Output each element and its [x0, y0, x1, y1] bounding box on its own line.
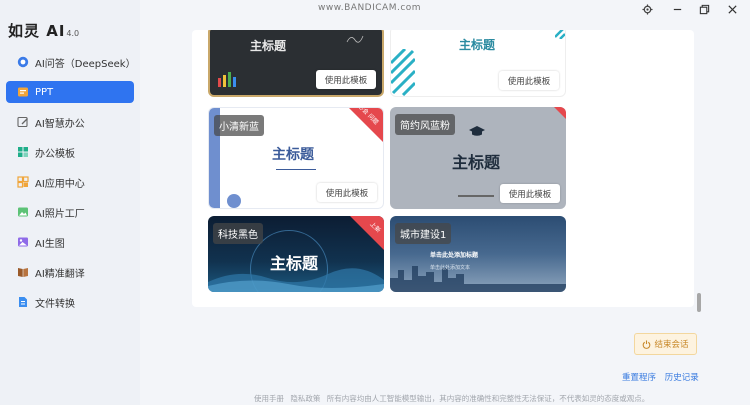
photo-factory-icon — [17, 206, 29, 218]
sidebar-item-ppt[interactable]: PPT — [6, 81, 134, 103]
template-subtitle: 单击此处添加文本 — [430, 265, 471, 271]
template-gallery: 主标题 使用此模板 主标题 使用此模板 必会 问题 小清新蓝 主标题 使用此模板… — [192, 30, 694, 307]
sidebar-item-office-templates[interactable]: 办公模板 — [6, 141, 134, 163]
end-session-label: 结束会话 — [654, 340, 689, 350]
sidebar-item-ai-office[interactable]: AI智慧办公 — [6, 111, 134, 133]
sidebar-item-file-convert[interactable]: 文件转换 — [6, 291, 134, 313]
sidebar-item-label: 办公模板 — [35, 148, 75, 160]
stripe-decor-icon — [391, 49, 415, 96]
template-label: 科技黑色 — [213, 223, 263, 244]
user-manual-link[interactable]: 使用手册 — [254, 394, 284, 403]
template-title: 主标题 — [270, 254, 319, 273]
template-title: 主标题 — [250, 39, 287, 53]
corner-badge — [350, 216, 384, 250]
use-template-button[interactable]: 使用此模板 — [317, 183, 377, 202]
file-icon — [17, 296, 29, 308]
close-icon[interactable] — [725, 3, 739, 15]
sidebar-item-label: AI智慧办公 — [35, 118, 85, 130]
template-card-fresh-blue[interactable]: 必会 问题 小清新蓝 主标题 使用此模板 — [208, 107, 384, 209]
apps-icon — [17, 176, 29, 188]
sidebar-item-label: AI应用中心 — [35, 178, 85, 190]
use-template-button[interactable]: 使用此模板 — [316, 70, 376, 89]
use-template-button[interactable]: 使用此模板 — [500, 184, 560, 203]
template-card-city-construction[interactable]: 城市建设1 单击此处添加标题 单击此处添加文本 — [390, 216, 566, 292]
sidebar-item-ai-app-center[interactable]: AI应用中心 — [6, 171, 134, 193]
sidebar-item-label: AI问答（DeepSeek） — [35, 58, 136, 70]
edit-icon — [17, 116, 29, 128]
minimize-icon[interactable] — [670, 3, 684, 15]
template-title: 单击此处添加标题 — [430, 252, 479, 259]
graduation-cap-icon — [469, 126, 485, 136]
app-brand: 如灵 AI 4.0 — [8, 20, 79, 41]
settings-gear-icon[interactable] — [640, 3, 654, 15]
sidebar-nav: AI问答（DeepSeek） PPT AI智慧办公 办公模板 AI应用中心 AI… — [6, 51, 136, 321]
sidebar-item-label: PPT — [35, 86, 54, 98]
template-card-simple-blue-pink[interactable]: 简约风蓝粉 主标题 使用此模板 — [390, 107, 566, 209]
power-icon — [643, 339, 651, 349]
disclaimer-text: 所有内容均由人工智能模型输出，其内容的准确性和完整性无法保证，不代表如灵的态度或… — [326, 394, 650, 403]
ppt-icon — [17, 86, 29, 98]
privacy-policy-link[interactable]: 隐私政策 — [290, 394, 320, 403]
template-title: 主标题 — [459, 38, 496, 52]
circle-decor — [227, 194, 241, 208]
gallery-scrollbar[interactable] — [697, 293, 701, 312]
template-title: 主标题 — [452, 153, 501, 172]
sidebar-item-label: AI照片工厂 — [35, 208, 85, 220]
template-card-teal-stripes[interactable]: 主标题 使用此模板 — [390, 30, 566, 97]
template-label: 简约风蓝粉 — [395, 114, 455, 135]
chart-bar-decor — [223, 75, 226, 87]
sidebar-item-ai-image[interactable]: AI生图 — [6, 231, 134, 253]
use-template-button[interactable]: 使用此模板 — [499, 71, 559, 90]
bottom-links: 重置程序 历史记录 — [622, 371, 705, 383]
sidebar: 如灵 AI 4.0 AI问答（DeepSeek） PPT AI智慧办公 办公模板… — [0, 0, 140, 405]
sidebar-item-label: AI精准翻译 — [35, 268, 85, 280]
city-skyline-icon — [390, 266, 566, 292]
app-name: 如灵 AI — [8, 22, 66, 40]
restart-program-link[interactable]: 重置程序 — [622, 373, 656, 383]
template-icon — [17, 146, 29, 158]
template-label: 城市建设1 — [395, 223, 452, 244]
sidebar-item-ai-qa[interactable]: AI问答（DeepSeek） — [6, 51, 136, 73]
chart-bar-decor — [228, 72, 231, 87]
sidebar-item-label: 文件转换 — [35, 298, 75, 310]
footer: 使用手册 隐私政策 所有内容均由人工智能模型输出，其内容的准确性和完整性无法保证… — [254, 393, 653, 404]
sidebar-item-ai-photo-factory[interactable]: AI照片工厂 — [6, 201, 134, 223]
corner-badge — [554, 107, 566, 119]
stripe-decor-icon — [555, 30, 565, 39]
template-label: 小清新蓝 — [214, 115, 264, 136]
end-session-button[interactable]: 结束会话 — [634, 333, 697, 355]
book-icon — [17, 266, 29, 278]
template-card-chalkboard[interactable]: 主标题 使用此模板 — [208, 30, 384, 97]
template-title: 主标题 — [272, 147, 314, 163]
image-icon — [17, 236, 29, 248]
history-link[interactable]: 历史记录 — [665, 373, 699, 383]
recording-watermark: www.BANDICAM.com — [318, 3, 422, 13]
restore-window-icon[interactable] — [697, 3, 711, 15]
chart-bar-decor — [233, 77, 236, 87]
app-version: 4.0 — [66, 29, 80, 38]
chart-bar-decor — [218, 78, 221, 87]
title-underline — [276, 169, 316, 170]
chalk-doodle-icon — [346, 35, 364, 43]
chat-bubble-icon — [17, 56, 29, 68]
sidebar-item-label: AI生图 — [35, 238, 65, 250]
template-card-tech-black[interactable]: 上新 科技黑色 主标题 — [208, 216, 384, 292]
sidebar-item-ai-translate[interactable]: AI精准翻译 — [6, 261, 134, 283]
subtitle-line-decor — [458, 195, 494, 197]
